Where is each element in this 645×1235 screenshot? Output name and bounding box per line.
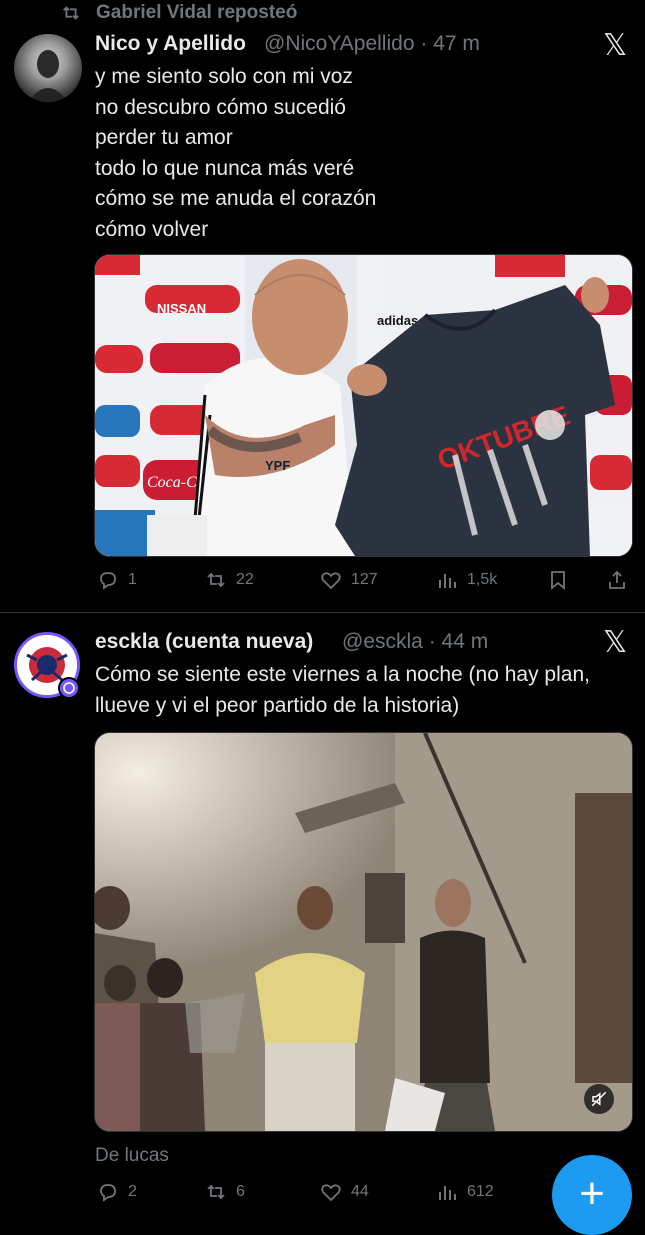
tweet-image[interactable]: NISSAN Coca-Cola adidas YPF OKTUBRE: [94, 254, 633, 557]
repost-button[interactable]: 22: [204, 568, 254, 592]
reply-count: 2: [128, 1183, 137, 1200]
divider: [0, 612, 645, 613]
like-icon: [321, 1184, 341, 1202]
views-button[interactable]: 1,5k: [435, 568, 497, 592]
author-handle[interactable]: @NicoYApellido: [264, 32, 415, 55]
repost-icon: [207, 572, 225, 588]
views-count: 612: [467, 1183, 494, 1200]
tweet-text: Cómo se siente este viernes a la noche (…: [95, 663, 590, 717]
reply-button[interactable]: 2: [96, 1180, 137, 1204]
video-frame: [95, 733, 632, 1131]
repost-count: 22: [236, 571, 254, 588]
like-button[interactable]: 44: [319, 1180, 369, 1204]
sponsor-nissan: NISSAN: [157, 301, 206, 316]
repost-count: 6: [236, 1183, 245, 1200]
bookmark-button[interactable]: [546, 568, 570, 592]
avatar[interactable]: [14, 34, 82, 102]
mute-icon: [591, 1091, 607, 1107]
views-icon: [439, 1186, 456, 1200]
repost-icon: [207, 1184, 225, 1200]
compose-plus-icon: +: [579, 1169, 605, 1218]
share-icon: [609, 570, 625, 589]
meta-separator: ·: [420, 32, 428, 55]
like-button[interactable]: 127: [319, 568, 378, 592]
views-icon: [439, 574, 456, 588]
reply-button[interactable]: 1: [96, 568, 137, 592]
bookmark-icon: [551, 571, 565, 590]
views-button[interactable]: 612: [435, 1180, 494, 1204]
post-time[interactable]: 47 m: [433, 32, 480, 55]
tweet-video[interactable]: [94, 732, 633, 1132]
x-logo-icon[interactable]: 𝕏: [603, 28, 627, 63]
author-name[interactable]: esckla (cuenta nueva): [95, 630, 313, 654]
repost-label: Gabriel Vidal reposteó: [96, 2, 298, 23]
tweet-text: y me siento solo con mi voz no descubro …: [95, 65, 377, 241]
views-count: 1,5k: [467, 571, 498, 588]
press-conference-photo: NISSAN Coca-Cola adidas YPF OKTUBRE: [95, 255, 632, 556]
reply-icon: [100, 572, 116, 590]
repost-button[interactable]: 6: [204, 1180, 245, 1204]
meta-separator: ·: [428, 630, 436, 653]
reply-icon: [100, 1184, 116, 1202]
x-logo-icon[interactable]: 𝕏: [603, 625, 627, 660]
reply-count: 1: [128, 571, 137, 588]
repost-indicator[interactable]: Gabriel Vidal reposteó: [60, 0, 297, 26]
repost-icon: [63, 6, 79, 20]
like-count: 44: [351, 1183, 369, 1200]
verified-badge-icon: [58, 677, 80, 699]
video-attribution[interactable]: De lucas: [95, 1145, 169, 1167]
author-name[interactable]: Nico y Apellido: [95, 32, 246, 56]
author-handle[interactable]: @esckla: [342, 630, 423, 653]
like-count: 127: [351, 571, 378, 588]
mute-button[interactable]: [584, 1084, 614, 1114]
like-icon: [321, 572, 341, 590]
post-time[interactable]: 44 m: [442, 630, 489, 653]
sponsor-ypf: YPF: [265, 458, 290, 473]
compose-button[interactable]: +: [552, 1155, 632, 1235]
share-button[interactable]: [605, 568, 629, 592]
